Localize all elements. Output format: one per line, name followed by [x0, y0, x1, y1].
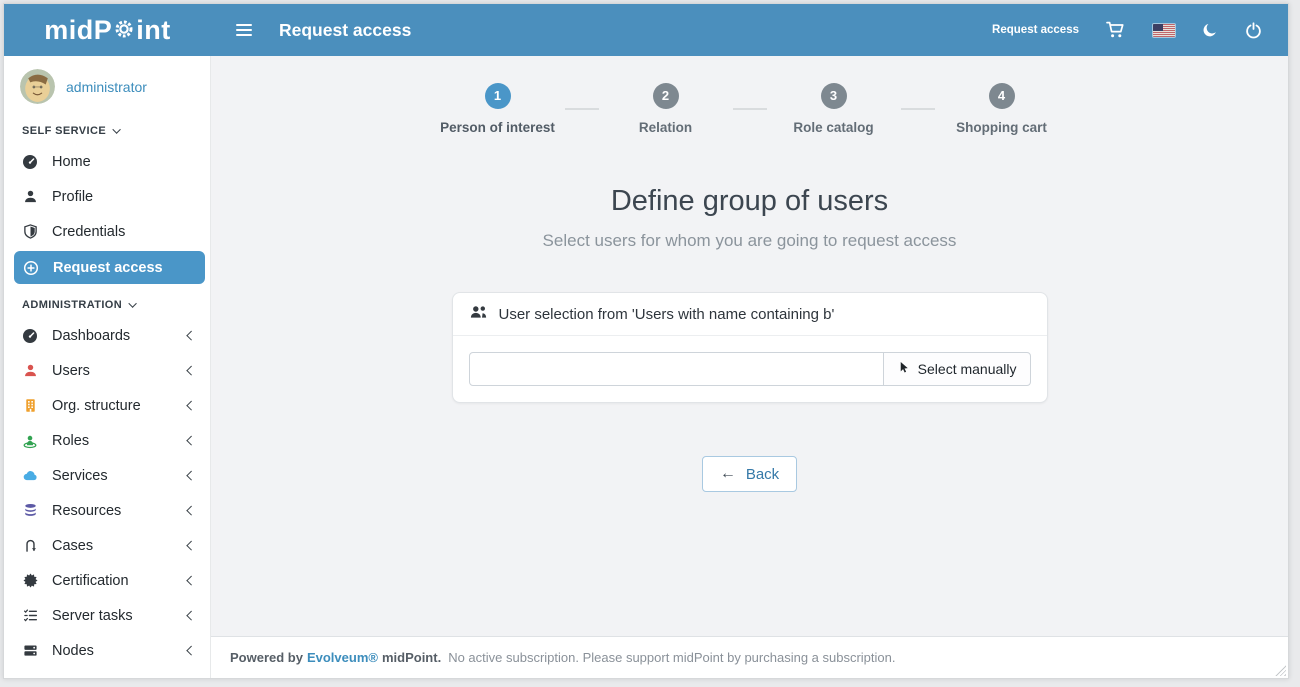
- dashboard-icon: [20, 328, 40, 344]
- step-label: Shopping cart: [943, 120, 1061, 135]
- back-button-label: Back: [746, 466, 779, 483]
- step-shopping-cart[interactable]: 4 Shopping cart: [943, 83, 1061, 135]
- server-icon: [20, 643, 40, 658]
- footer-subscription-text: No active subscription. Please support m…: [448, 650, 895, 665]
- sidebar: administrator SELF SERVICE Home Profile …: [4, 56, 211, 678]
- resize-handle[interactable]: [1275, 665, 1286, 676]
- logo-text-pre: midP: [44, 15, 112, 46]
- sidebar-item-credentials[interactable]: Credentials: [4, 214, 210, 249]
- section-self-service[interactable]: SELF SERVICE: [4, 112, 210, 144]
- chevron-left-icon: [186, 401, 195, 410]
- shield-icon: [20, 224, 40, 239]
- sidebar-item-request-access[interactable]: Request access: [14, 251, 205, 284]
- sidebar-item-certification[interactable]: Certification: [4, 563, 210, 598]
- step-number: 1: [485, 83, 511, 109]
- sidebar-item-home[interactable]: Home: [4, 144, 210, 179]
- avatar[interactable]: [20, 69, 55, 104]
- chevron-left-icon: [186, 366, 195, 375]
- panel-header: User selection from 'Users with name con…: [453, 293, 1047, 336]
- step-number: 3: [821, 83, 847, 109]
- user-icon: [20, 363, 40, 378]
- us-flag-icon[interactable]: [1153, 24, 1175, 37]
- sidebar-item-resources[interactable]: Resources: [4, 493, 210, 528]
- cart-icon[interactable]: [1106, 21, 1126, 39]
- top-navbar: midP int Request access Request access: [4, 4, 1288, 56]
- user-selection-input[interactable]: [469, 352, 884, 386]
- user-selection-input-group: Select manually: [469, 352, 1031, 386]
- sidebar-item-profile[interactable]: Profile: [4, 179, 210, 214]
- select-manually-button[interactable]: Select manually: [883, 352, 1031, 386]
- sidebar-item-services[interactable]: Services: [4, 458, 210, 493]
- content-subtitle: Select users for whom you are going to r…: [211, 231, 1288, 251]
- step-label: Person of interest: [439, 120, 557, 135]
- request-access-link[interactable]: Request access: [992, 24, 1079, 36]
- content-title: Define group of users: [211, 185, 1288, 218]
- footer-midpoint: midPoint.: [382, 650, 441, 665]
- username-link[interactable]: administrator: [66, 79, 147, 95]
- pointer-icon: [897, 360, 910, 378]
- chevron-left-icon: [186, 471, 195, 480]
- gear-icon: [113, 15, 135, 46]
- cloud-icon: [20, 468, 40, 483]
- step-number: 4: [989, 83, 1015, 109]
- select-manually-label: Select manually: [918, 361, 1017, 377]
- sidebar-item-roles[interactable]: Roles: [4, 423, 210, 458]
- chevron-left-icon: [186, 611, 195, 620]
- chevron-down-icon: [112, 125, 120, 133]
- chevron-down-icon: [128, 299, 136, 307]
- building-icon: [20, 398, 40, 413]
- panel-body: Select manually: [453, 336, 1047, 402]
- sidebar-item-cases[interactable]: Cases: [4, 528, 210, 563]
- step-label: Relation: [607, 120, 725, 135]
- user-selection-panel: User selection from 'Users with name con…: [452, 292, 1048, 403]
- sidebar-item-server-tasks[interactable]: Server tasks: [4, 598, 210, 633]
- footer-evolveum-link[interactable]: Evolveum®: [307, 650, 378, 665]
- step-connector: [565, 108, 599, 110]
- chevron-left-icon: [186, 331, 195, 340]
- sidebar-item-org-structure[interactable]: Org. structure: [4, 388, 210, 423]
- moon-icon[interactable]: [1202, 22, 1218, 38]
- sidebar-item-dashboards[interactable]: Dashboards: [4, 318, 210, 353]
- chevron-left-icon: [186, 646, 195, 655]
- section-administration[interactable]: ADMINISTRATION: [4, 286, 210, 318]
- sidebar-item-nodes[interactable]: Nodes: [4, 633, 210, 668]
- user-icon: [20, 189, 40, 204]
- app-window: midP int Request access Request access ad…: [3, 3, 1289, 679]
- step-role-catalog[interactable]: 3 Role catalog: [775, 83, 893, 135]
- dashboard-icon: [20, 154, 40, 170]
- step-connector: [733, 108, 767, 110]
- database-icon: [20, 503, 40, 518]
- task-list-icon: [20, 608, 40, 623]
- topbar-actions: Request access: [992, 21, 1288, 39]
- back-arrow-icon: ←: [720, 465, 736, 483]
- chevron-left-icon: [186, 506, 195, 515]
- circle-plus-icon: [21, 260, 41, 276]
- back-button[interactable]: ← Back: [702, 456, 797, 492]
- users-icon: [469, 304, 488, 324]
- logo-text-post: int: [136, 15, 171, 46]
- footer-powered-by: Powered by: [230, 650, 303, 665]
- power-icon[interactable]: [1245, 22, 1262, 39]
- chevron-left-icon: [186, 436, 195, 445]
- midpoint-logo[interactable]: midP int: [4, 15, 211, 46]
- certificate-icon: [20, 573, 40, 588]
- role-icon: [20, 433, 40, 449]
- chevron-left-icon: [186, 576, 195, 585]
- page-title: Request access: [279, 20, 411, 41]
- case-flow-icon: [20, 538, 40, 553]
- step-number: 2: [653, 83, 679, 109]
- step-label: Role catalog: [775, 120, 893, 135]
- footer: Powered by Evolveum® midPoint. No active…: [211, 636, 1288, 678]
- panel-header-text: User selection from 'Users with name con…: [499, 306, 835, 323]
- menu-icon[interactable]: [232, 20, 256, 40]
- wizard-steps: 1 Person of interest 2 Relation 3 Role c…: [211, 56, 1288, 135]
- user-panel: administrator: [4, 56, 210, 112]
- main-content: 1 Person of interest 2 Relation 3 Role c…: [211, 56, 1288, 678]
- chevron-left-icon: [186, 541, 195, 550]
- step-person-of-interest[interactable]: 1 Person of interest: [439, 83, 557, 135]
- step-relation[interactable]: 2 Relation: [607, 83, 725, 135]
- sidebar-item-users[interactable]: Users: [4, 353, 210, 388]
- step-connector: [901, 108, 935, 110]
